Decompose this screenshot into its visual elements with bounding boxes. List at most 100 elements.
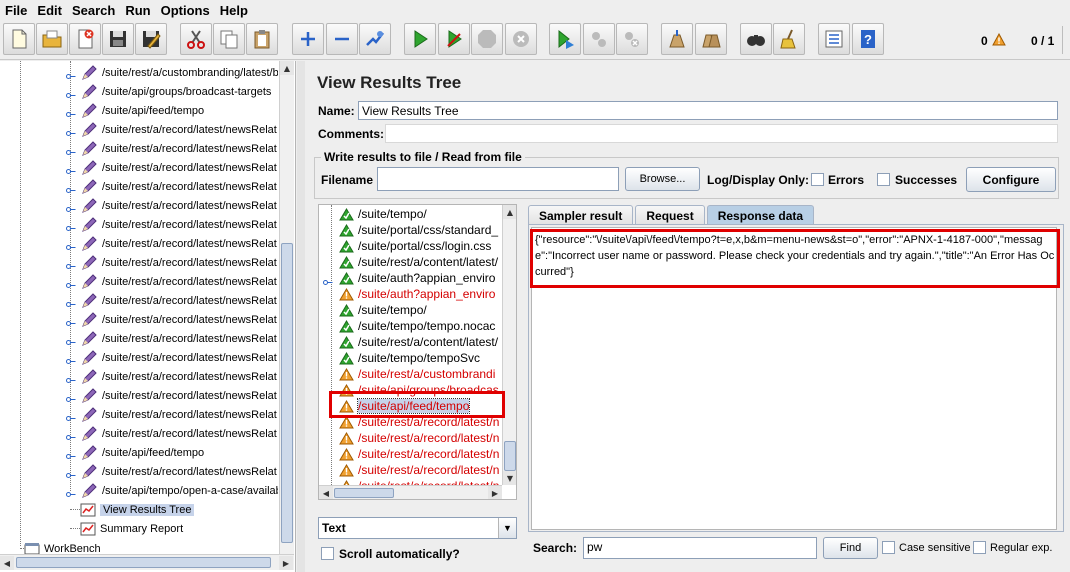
copy-button[interactable] (213, 23, 245, 55)
expand-handle-icon[interactable] (66, 145, 76, 155)
tree-item[interactable]: /suite/rest/a/record/latest/newsRelat (80, 367, 278, 386)
expand-handle-icon[interactable] (66, 430, 76, 440)
tree-item[interactable]: /suite/rest/a/record/latest/newsRelat (80, 177, 278, 196)
expand-handle-icon[interactable] (66, 278, 76, 288)
result-item[interactable]: /suite/rest/a/record/latest/n (339, 462, 499, 478)
filename-input[interactable] (377, 167, 619, 191)
tree-item[interactable]: /suite/api/tempo/open-a-case/availab (80, 481, 278, 500)
name-field[interactable]: View Results Tree (358, 101, 1058, 120)
save-button[interactable] (102, 23, 134, 55)
expand-handle-icon[interactable] (66, 487, 76, 497)
tree-item[interactable]: /suite/rest/a/record/latest/newsRelat (80, 120, 278, 139)
result-item[interactable]: /suite/rest/a/custombrandi (339, 366, 495, 382)
configure-button[interactable]: Configure (966, 167, 1056, 192)
tree-item[interactable]: Summary Report (80, 519, 278, 538)
result-item[interactable]: /suite/portal/css/login.css (339, 238, 491, 254)
remote-start-button[interactable] (549, 23, 581, 55)
tree-item[interactable]: /suite/rest/a/record/latest/newsRelat (80, 310, 278, 329)
regex-checkbox[interactable] (973, 541, 986, 554)
results-vertical-scrollbar[interactable]: ▲ ▼ (502, 205, 516, 485)
scroll-up-arrow[interactable]: ▲ (280, 61, 294, 75)
menu-run[interactable]: Run (120, 3, 155, 18)
case-sensitive-checkbox[interactable] (882, 541, 895, 554)
result-item[interactable]: /suite/rest/a/content/latest/ (339, 254, 498, 270)
tree-item[interactable]: /suite/rest/a/record/latest/newsRelat (80, 291, 278, 310)
expand-handle-icon[interactable] (66, 411, 76, 421)
tree-item[interactable]: /suite/api/feed/tempo (80, 101, 278, 120)
tree-item[interactable]: /suite/rest/a/record/latest/newsRelat (80, 386, 278, 405)
menu-file[interactable]: File (0, 3, 32, 18)
tree-item[interactable]: /suite/rest/a/record/latest/newsRelat (80, 158, 278, 177)
tab-sampler-result[interactable]: Sampler result (528, 205, 634, 225)
menu-search[interactable]: Search (67, 3, 120, 18)
shutdown-button[interactable] (505, 23, 537, 55)
errors-checkbox[interactable] (811, 173, 824, 186)
tab-response-data[interactable]: Response data (706, 205, 815, 225)
tree-item[interactable]: /suite/api/feed/tempo (80, 443, 278, 462)
expand-handle-icon[interactable] (66, 164, 76, 174)
expand-handle-icon[interactable] (66, 392, 76, 402)
results-scroll-left[interactable]: ◀ (319, 486, 333, 499)
menu-edit[interactable]: Edit (32, 3, 67, 18)
result-item[interactable]: /suite/rest/a/record/latest/n (339, 430, 499, 446)
tree-item[interactable]: /suite/api/groups/broadcast-targets (80, 82, 278, 101)
tree-item[interactable]: /suite/rest/a/record/latest/newsRelat (80, 329, 278, 348)
results-horizontal-scrollbar[interactable]: ◀ ▶ (319, 485, 502, 499)
results-scroll-thumb[interactable] (504, 441, 516, 471)
expand-handle-icon[interactable] (66, 297, 76, 307)
scroll-right-arrow[interactable]: ▶ (279, 556, 293, 570)
expand-handle-icon[interactable] (66, 240, 76, 250)
tree-item[interactable]: /suite/rest/a/record/latest/newsRelat (80, 253, 278, 272)
expand-handle-icon[interactable] (66, 335, 76, 345)
help-button[interactable]: ? (852, 23, 884, 55)
results-scroll-right[interactable]: ▶ (488, 486, 502, 499)
results-scroll-up[interactable]: ▲ (503, 205, 516, 219)
result-item[interactable]: /suite/tempo/ (339, 206, 427, 222)
expand-handle-icon[interactable] (66, 468, 76, 478)
result-item[interactable]: /suite/rest/a/record/latest/n (339, 446, 499, 462)
start-button[interactable] (404, 23, 436, 55)
expand-handle-icon[interactable] (66, 69, 76, 79)
expand-handle-icon[interactable] (66, 316, 76, 326)
open-button[interactable] (36, 23, 68, 55)
toggle-button[interactable] (359, 23, 391, 55)
tree-item[interactable]: /suite/rest/a/custombranding/latest/b (80, 63, 278, 82)
expand-handle-icon[interactable] (66, 221, 76, 231)
tree-item[interactable]: /suite/rest/a/record/latest/newsRelat (80, 405, 278, 424)
tab-request[interactable]: Request (635, 205, 705, 225)
tree-item[interactable]: /suite/rest/a/record/latest/newsRelat (80, 196, 278, 215)
remote-shutdown-button[interactable] (616, 23, 648, 55)
successes-checkbox[interactable] (877, 173, 890, 186)
start-no-pause-button[interactable] (438, 23, 470, 55)
results-h-thumb[interactable] (334, 488, 394, 498)
tree-horizontal-scrollbar[interactable]: ◀ ▶ (0, 554, 294, 570)
expand-handle-icon[interactable] (66, 354, 76, 364)
tree-item[interactable]: /suite/rest/a/record/latest/newsRelat (80, 348, 278, 367)
remote-stop-button[interactable] (583, 23, 615, 55)
paste-button[interactable] (246, 23, 278, 55)
expand-handle-icon[interactable] (323, 275, 333, 285)
scroll-left-arrow[interactable]: ◀ (0, 556, 14, 570)
comments-field[interactable] (385, 124, 1058, 143)
results-scroll-down[interactable]: ▼ (503, 471, 516, 485)
stop-button[interactable] (471, 23, 503, 55)
result-item[interactable]: /suite/rest/a/content/latest/ (339, 334, 498, 350)
clear-button[interactable] (661, 23, 693, 55)
expand-handle-icon[interactable] (66, 259, 76, 269)
h-scroll-thumb[interactable] (16, 557, 271, 568)
tree-item[interactable]: /suite/rest/a/record/latest/newsRelat (80, 424, 278, 443)
tree-item[interactable]: /suite/rest/a/record/latest/newsRelat (80, 462, 278, 481)
scroll-automatically-checkbox[interactable] (321, 547, 334, 560)
splitter[interactable] (297, 61, 305, 572)
collapse-button[interactable] (326, 23, 358, 55)
result-item[interactable]: /suite/auth?appian_enviro (339, 286, 495, 302)
search-input[interactable]: pw (583, 537, 817, 559)
tree-item[interactable]: /suite/rest/a/record/latest/newsRelat (80, 272, 278, 291)
expand-button[interactable] (292, 23, 324, 55)
save-as-button[interactable] (135, 23, 167, 55)
expand-handle-icon[interactable] (66, 373, 76, 383)
reset-search-button[interactable] (773, 23, 805, 55)
result-item[interactable]: /suite/tempo/tempo.nocac (339, 318, 495, 334)
expand-handle-icon[interactable] (66, 449, 76, 459)
find-button[interactable]: Find (823, 537, 878, 559)
